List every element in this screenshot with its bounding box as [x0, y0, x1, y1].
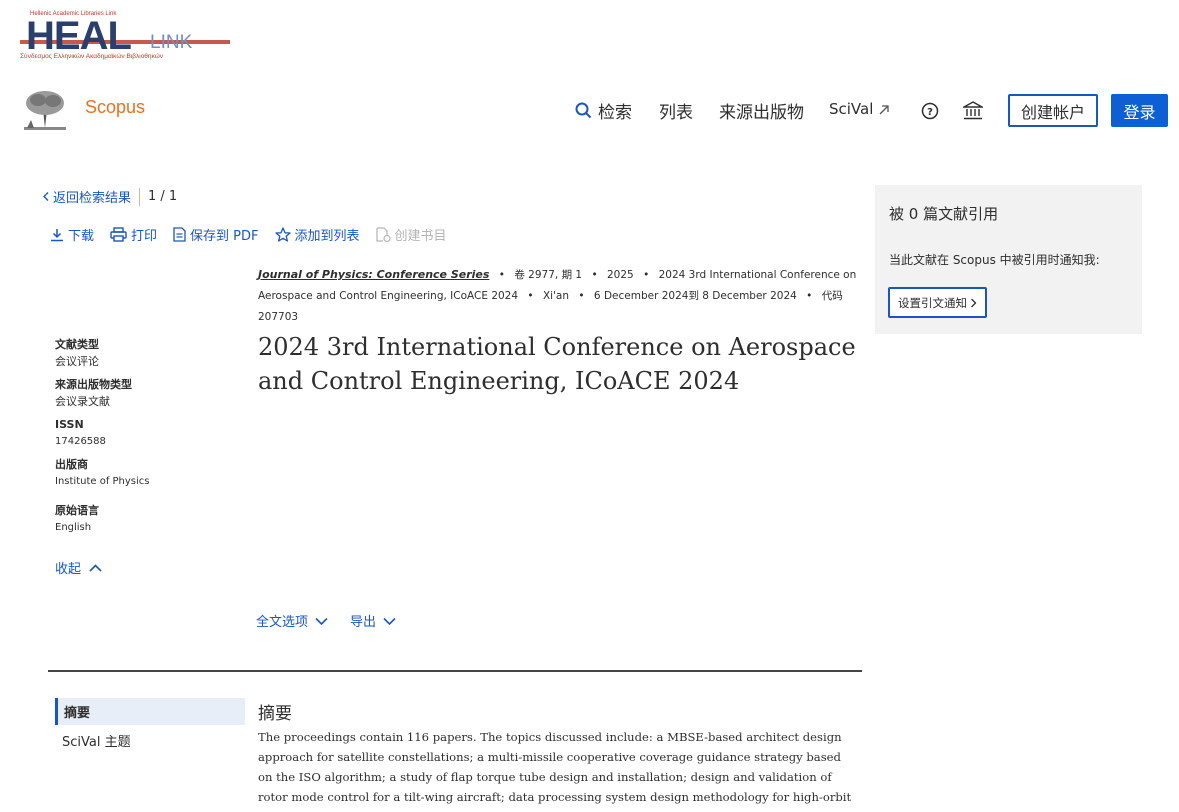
export-label: 导出 — [350, 615, 377, 630]
external-link-icon — [879, 104, 890, 114]
language-value: English — [55, 522, 92, 533]
fulltext-options-dropdown[interactable]: 全文选项 — [256, 611, 328, 630]
publication-year: 2025 — [606, 269, 634, 281]
doc-type-value: 会议评论 — [55, 355, 99, 368]
nav-lists-label: 列表 — [659, 103, 693, 123]
cited-by-panel: 被 0 篇文献引用 当此文献在 Scopus 中被引用时通知我: 设置引文通知 — [875, 185, 1142, 334]
scopus-brand[interactable]: Scopus — [85, 97, 145, 118]
doc-type-label: 文献类型 — [55, 338, 99, 351]
fulltext-options-label: 全文选项 — [256, 615, 309, 630]
chevron-left-icon — [43, 192, 49, 201]
back-to-results-link[interactable]: 返回检索结果 — [42, 187, 131, 206]
chevron-up-icon — [89, 563, 102, 572]
issn-label: ISSN — [55, 418, 84, 431]
set-citation-alert-label: 设置引文通知 — [898, 295, 967, 310]
heal-link-logo: Hellenic Academic Libraries Link HEAL LI… — [20, 10, 230, 64]
create-bibliography-label: 创建书目 — [394, 229, 447, 244]
chevron-right-icon — [971, 298, 977, 307]
set-citation-alert-button[interactable]: 设置引文通知 — [888, 287, 987, 318]
source-type-value: 会议录文献 — [55, 395, 110, 408]
fulltext-export-row: 全文选项 导出 — [256, 611, 396, 630]
bibliography-icon — [375, 227, 391, 242]
language-label: 原始语言 — [55, 504, 99, 517]
svg-text:?: ? — [927, 107, 933, 118]
print-label: 打印 — [131, 229, 158, 244]
login-button[interactable]: 登录 — [1111, 94, 1168, 127]
export-dropdown[interactable]: 导出 — [350, 611, 396, 630]
chevron-down-icon — [315, 617, 328, 625]
download-icon — [51, 228, 63, 241]
section-tabs: 摘要 SciVal 主题 — [55, 698, 245, 754]
source-metadata: Journal of Physics: Conference Series • … — [258, 268, 857, 323]
conference-location: Xi'an — [542, 290, 570, 302]
divider — [139, 187, 141, 206]
back-row: 返回检索结果 1 / 1 — [42, 187, 177, 206]
pdf-icon — [173, 227, 186, 242]
nav-scival[interactable]: SciVal — [829, 100, 890, 118]
conference-dates: 6 December 2024到 8 December 2024 — [593, 290, 797, 302]
publisher-label: 出版商 — [55, 458, 88, 471]
chevron-down-icon — [383, 617, 396, 625]
nav-sources[interactable]: 来源出版物 — [719, 98, 804, 123]
nav-lists[interactable]: 列表 — [659, 98, 693, 123]
save-pdf-button[interactable]: 保存到 PDF — [173, 225, 259, 244]
nav-search-label: 检索 — [598, 103, 632, 123]
nav-scival-label: SciVal — [829, 100, 874, 118]
collapse-label: 收起 — [55, 562, 82, 577]
print-icon — [110, 227, 127, 242]
tab-abstract[interactable]: 摘要 — [55, 698, 245, 725]
abstract-text: The proceedings contain 116 papers. The … — [258, 730, 852, 812]
issn-value: 17426588 — [55, 436, 106, 447]
document-title: 2024 3rd International Conference on Aer… — [258, 333, 856, 395]
create-bibliography-button[interactable]: 创建书目 — [375, 225, 447, 244]
institution-icon[interactable] — [963, 101, 983, 120]
elsevier-tree-logo[interactable] — [22, 88, 68, 132]
add-to-list-label: 添加到列表 — [294, 229, 360, 244]
nav-sources-label: 来源出版物 — [719, 103, 804, 123]
star-icon — [274, 227, 291, 242]
logo-link-text: LINK — [150, 32, 193, 53]
nav-search[interactable]: 检索 — [575, 98, 632, 123]
download-label: 下载 — [68, 229, 95, 244]
add-to-list-button[interactable]: 添加到列表 — [274, 225, 360, 244]
logo-subtitle: Σύνδεσμος Ελληνικών Ακαδημαϊκών Βιβλιοθη… — [20, 53, 164, 60]
help-icon[interactable]: ? — [921, 102, 939, 120]
cited-by-title: 被 0 篇文献引用 — [889, 205, 999, 223]
site-header: Scopus 检索 列表 来源出版物 SciVal ? 创建帐户 登录 — [0, 84, 1179, 136]
publisher-value: Institute of Physics — [55, 476, 150, 487]
citation-alert-notice: 当此文献在 Scopus 中被引用时通知我: — [889, 253, 1100, 267]
document-info: 文献类型 会议评论 来源出版物类型 会议录文献 ISSN 17426588 出版… — [55, 336, 235, 542]
journal-link[interactable]: Journal of Physics: Conference Series — [258, 268, 489, 281]
tab-scival-topics[interactable]: SciVal 主题 — [55, 727, 245, 754]
download-button[interactable]: 下载 — [50, 225, 94, 244]
collapse-toggle[interactable]: 收起 — [55, 558, 102, 577]
section-divider — [48, 670, 862, 672]
back-to-results-label: 返回检索结果 — [53, 191, 132, 206]
search-icon — [575, 102, 592, 119]
document-actions: 下载 打印 保存到 PDF 添加到列表 创建书目 — [50, 225, 447, 244]
abstract-heading: 摘要 — [258, 704, 292, 724]
create-account-button[interactable]: 创建帐户 — [1008, 94, 1098, 127]
source-type-label: 来源出版物类型 — [55, 378, 132, 391]
print-button[interactable]: 打印 — [110, 225, 157, 244]
volume-issue: 卷 2977, 期 1 — [514, 269, 583, 281]
save-pdf-label: 保存到 PDF — [190, 229, 259, 244]
result-pager: 1 / 1 — [148, 189, 178, 204]
logo-heal-text: HEAL — [26, 14, 132, 58]
